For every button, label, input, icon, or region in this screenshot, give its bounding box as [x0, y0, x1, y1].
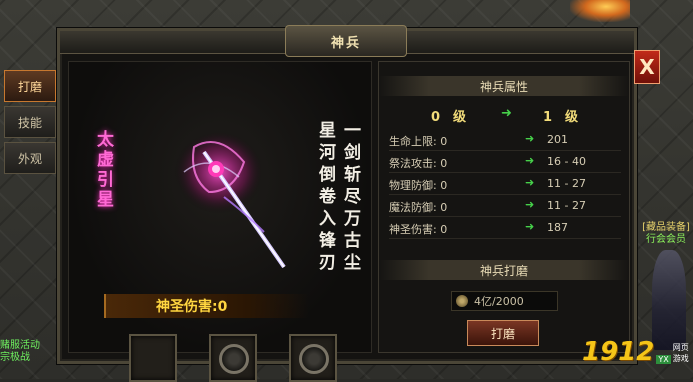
current-level: 0 级 [431, 110, 467, 125]
arrow-icon: ➜ [525, 220, 535, 233]
arrow-icon: ➜ [525, 154, 535, 167]
stat-label: 魔法防御: 0 [389, 201, 448, 214]
stat-row: 祭法攻击: 0 ➜ 16 - 40 [389, 152, 621, 173]
stat-row: 物理防御: 0 ➜ 11 - 27 [389, 174, 621, 195]
logo-subtitle: 网页游戏 [672, 343, 689, 363]
right-hud-text: [藏品装备] 行会会员 [640, 222, 692, 246]
torch-flame [570, 0, 630, 22]
close-button[interactable]: X [634, 50, 660, 84]
level-arrow-icon: ➜ [501, 106, 512, 121]
stat-label: 物理防御: 0 [389, 179, 448, 192]
weapon-name: 太虚引星 [97, 130, 114, 210]
gem-slot-3[interactable] [289, 334, 337, 382]
divine-weapon-panel: 神兵 太虚引星 一剑斩尽万古尘 星河倒卷入锋刃 神圣伤害:0 神兵属性 0 级 … [57, 25, 637, 382]
attributes-title: 神兵属性 [379, 76, 629, 96]
weapon-image [174, 130, 286, 269]
holy-damage-bar: 神圣伤害:0 [104, 294, 309, 318]
left-hud-text: 赌服活动 宗极战 [0, 340, 40, 364]
stat-label: 神圣伤害: 0 [389, 223, 448, 236]
stat-next-value: 11 - 27 [547, 177, 586, 190]
gem-slots [129, 334, 337, 382]
stat-next-value: 11 - 27 [547, 199, 586, 212]
stat-label: 生命上限: 0 [389, 135, 448, 148]
stat-row: 魔法防御: 0 ➜ 11 - 27 [389, 196, 621, 217]
gem-slot-2[interactable] [209, 334, 257, 382]
stat-next-value: 201 [547, 133, 568, 146]
weapon-display: 太虚引星 一剑斩尽万古尘 星河倒卷入锋刃 神圣伤害:0 [68, 61, 372, 382]
stat-row: 生命上限: 0 ➜ 201 [389, 130, 621, 151]
tab-appearance[interactable]: 外观 [4, 142, 56, 174]
next-level: 1 级 [543, 110, 579, 125]
logo-number: 1912 [582, 337, 655, 367]
stat-label: 祭法攻击: 0 [389, 157, 448, 170]
stat-row: 神圣伤害: 0 ➜ 187 [389, 218, 621, 239]
polish-button[interactable]: 打磨 [467, 320, 539, 346]
weapon-poem-line-2: 星河倒卷入锋刃 [319, 121, 336, 273]
tab-skill[interactable]: 技能 [4, 106, 56, 138]
logo-tag: YX [656, 355, 671, 364]
attribute-panel: 神兵属性 0 级 ➜ 1 级 生命上限: 0 ➜ 201 祭法攻击: 0 ➜ 1… [378, 61, 630, 353]
guild-label: 行会会员 [646, 234, 686, 245]
arrow-icon: ➜ [525, 198, 535, 211]
polish-cost: 4亿/2000 [451, 291, 558, 311]
stat-next-value: 187 [547, 221, 568, 234]
polish-title: 神兵打磨 [379, 260, 629, 280]
title-bar: 神兵 [60, 25, 634, 57]
weapon-poem-line-1: 一剑斩尽万古尘 [344, 121, 361, 273]
collection-label: [藏品装备] [642, 222, 690, 233]
stat-next-value: 16 - 40 [547, 155, 586, 168]
event-link[interactable]: 宗极战 [0, 352, 40, 364]
tab-polish[interactable]: 打磨 [4, 70, 56, 102]
gem-slot-1[interactable] [129, 334, 177, 382]
arrow-icon: ➜ [525, 132, 535, 145]
arrow-icon: ➜ [525, 176, 535, 189]
site-logo: 1912 YX 网页游戏 [582, 338, 693, 366]
coin-icon [456, 295, 468, 307]
window-title: 神兵 [285, 25, 407, 57]
level-row: 0 级 ➜ 1 级 [379, 104, 629, 126]
event-link[interactable]: 赌服活动 [0, 340, 40, 352]
side-tabs: 打磨 技能 外观 [4, 70, 56, 174]
polish-cost-value: 4亿/2000 [474, 295, 524, 308]
player-character [652, 250, 686, 350]
